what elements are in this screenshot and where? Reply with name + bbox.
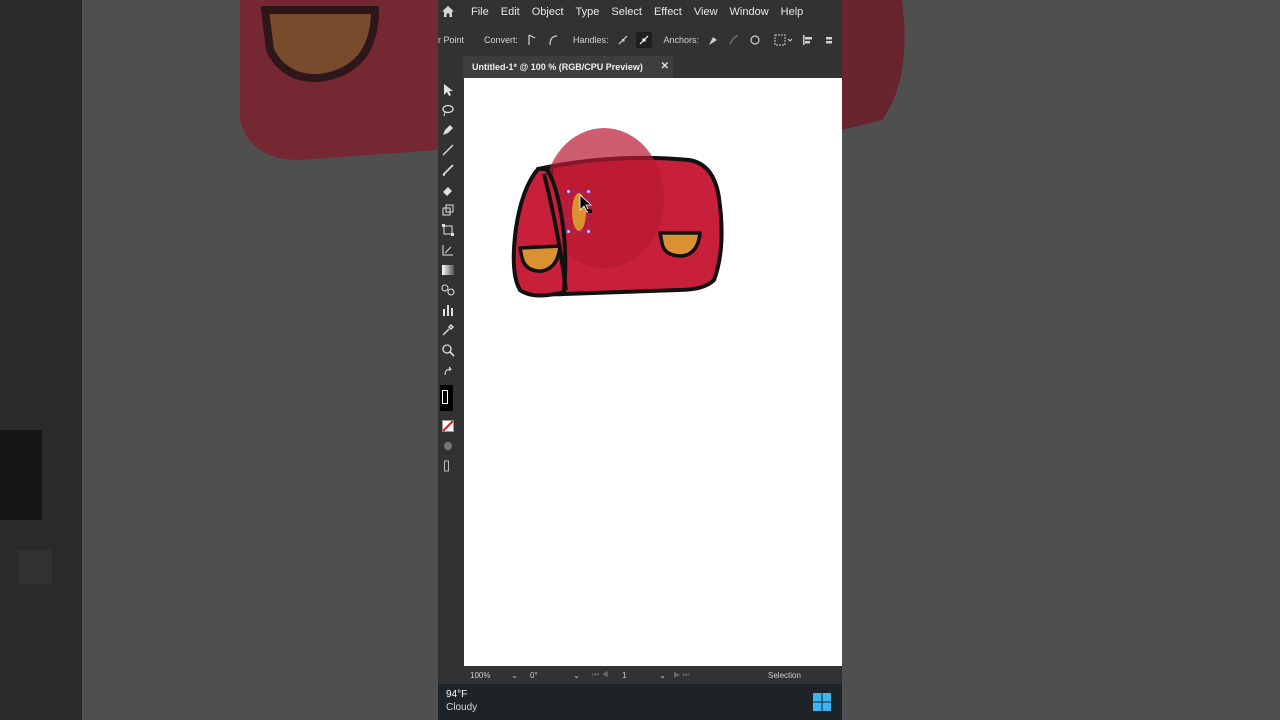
- tools-panel: [438, 56, 463, 684]
- artboard-prev-buttons[interactable]: ⏮ ◀: [592, 669, 609, 681]
- swap-colors-icon[interactable]: [439, 364, 457, 380]
- status-bar: 100% ⌄ 0° ⌄ ⏮ ◀ 1 ⌄ ▶ ⏭ Selection: [464, 666, 842, 684]
- convert-corner-icon[interactable]: [524, 32, 540, 48]
- convert-smooth-icon[interactable]: [545, 32, 561, 48]
- weather-condition[interactable]: Cloudy: [446, 702, 477, 713]
- status-tool-name: Selection: [768, 670, 801, 680]
- tool-name-label: r Point: [438, 34, 465, 45]
- document-tab[interactable]: Untitled-1* @ 100 % (RGB/CPU Preview) ✕: [463, 56, 673, 78]
- blurred-bag-right: [842, 0, 905, 130]
- menu-view[interactable]: View: [694, 6, 718, 18]
- free-transform-icon[interactable]: [439, 222, 457, 238]
- blend-icon[interactable]: [439, 282, 457, 298]
- rotation-value: 0°: [530, 670, 538, 680]
- document-tab-title: Untitled-1* @ 100 % (RGB/CPU Preview): [472, 62, 643, 72]
- menu-type[interactable]: Type: [576, 6, 600, 18]
- weather-temperature[interactable]: 94°F: [446, 689, 467, 700]
- cut-path-icon[interactable]: [747, 32, 763, 48]
- windows-taskbar: 94°F Cloudy: [438, 684, 842, 720]
- home-icon[interactable]: [439, 5, 457, 19]
- menu-bar: File Edit Object Type Select Effect View…: [438, 0, 842, 23]
- menu-effect[interactable]: Effect: [654, 6, 682, 18]
- menu-file[interactable]: File: [471, 6, 489, 18]
- fill-stroke-swatch[interactable]: [439, 384, 457, 412]
- artboard-dropdown-icon[interactable]: ⌄: [659, 671, 666, 680]
- shape-builder-icon[interactable]: [439, 242, 457, 258]
- rotation-dropdown-icon[interactable]: ⌄: [573, 671, 580, 680]
- illustrator-window: File Edit Object Type Select Effect View…: [438, 0, 842, 720]
- screen-mode-icon[interactable]: [439, 458, 457, 474]
- menu-help[interactable]: Help: [781, 6, 804, 18]
- menu-object[interactable]: Object: [532, 6, 564, 18]
- connect-anchor-icon[interactable]: [726, 32, 742, 48]
- grid-align-icon[interactable]: [773, 32, 795, 48]
- document-tab-bar: Untitled-1* @ 100 % (RGB/CPU Preview) ✕: [463, 56, 842, 78]
- windows-start-icon[interactable]: [812, 692, 832, 712]
- eyedropper-icon[interactable]: [439, 322, 457, 338]
- blurred-background-right: [842, 0, 1280, 720]
- selection-arrow-icon[interactable]: [439, 82, 457, 98]
- blurred-bag-left: [0, 0, 438, 584]
- rotation-field[interactable]: 0° ⌄: [530, 669, 580, 681]
- draw-mode-icon[interactable]: [439, 438, 457, 454]
- show-handles-icon[interactable]: [615, 32, 631, 48]
- menu-window[interactable]: Window: [730, 6, 769, 18]
- handles-label: Handles:: [573, 34, 609, 45]
- menu-select[interactable]: Select: [611, 6, 642, 18]
- zoom-icon[interactable]: [439, 342, 457, 358]
- zoom-level-value: 100%: [470, 670, 491, 680]
- artboard-canvas[interactable]: [464, 78, 842, 666]
- remove-anchor-icon[interactable]: [705, 32, 721, 48]
- close-tab-icon[interactable]: ✕: [661, 61, 669, 72]
- gradient-icon[interactable]: [439, 262, 457, 278]
- eraser-icon[interactable]: [439, 182, 457, 198]
- none-color-icon[interactable]: [439, 418, 457, 434]
- pen-icon[interactable]: [439, 122, 457, 138]
- control-bar: r Point Convert: Handles: Anchors:: [438, 23, 842, 57]
- line-icon[interactable]: [439, 142, 457, 158]
- scale-icon[interactable]: [439, 202, 457, 218]
- artboard-number-value: 1: [622, 670, 627, 680]
- artboard-number-field[interactable]: 1 ⌄: [622, 669, 666, 681]
- convert-label: Convert:: [484, 34, 519, 45]
- brush-icon[interactable]: [439, 162, 457, 178]
- artboard-next-buttons[interactable]: ▶ ⏭: [674, 669, 690, 681]
- graph-icon[interactable]: [439, 302, 457, 318]
- blurred-background-left: [0, 0, 438, 720]
- zoom-dropdown-icon[interactable]: ⌄: [511, 671, 518, 680]
- align-left-icon[interactable]: [800, 32, 816, 48]
- zoom-level-field[interactable]: 100% ⌄: [470, 669, 518, 681]
- bag-illustration[interactable]: [464, 78, 842, 666]
- hide-handles-icon[interactable]: [635, 31, 652, 48]
- lasso-icon[interactable]: [439, 102, 457, 118]
- anchors-label: Anchors:: [663, 34, 700, 45]
- align-center-icon[interactable]: [821, 32, 837, 48]
- menu-edit[interactable]: Edit: [501, 6, 520, 18]
